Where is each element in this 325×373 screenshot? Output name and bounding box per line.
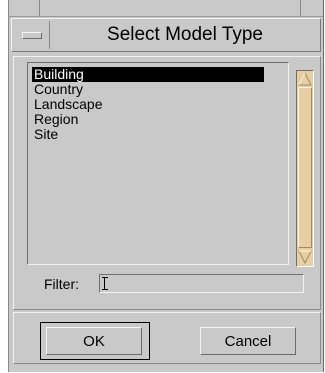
window-menu-icon: [22, 32, 42, 39]
model-type-list[interactable]: Building Country Landscape Region Site: [27, 62, 314, 267]
scroll-down-arrow-icon[interactable]: [298, 250, 312, 264]
title-bar[interactable]: Select Model Type: [11, 18, 321, 52]
window-menu-button[interactable]: [14, 21, 50, 49]
list-item[interactable]: Region: [32, 112, 264, 127]
button-area: OK Cancel: [13, 312, 321, 364]
ok-button[interactable]: OK: [46, 327, 142, 355]
scrollbar-thumb[interactable]: [298, 87, 312, 248]
select-model-type-dialog: Select Model Type Building Country Lands…: [8, 0, 324, 372]
content-panel: Building Country Landscape Region Site F…: [13, 56, 321, 310]
filter-label: Filter:: [44, 276, 79, 292]
list-item[interactable]: Building: [32, 67, 264, 82]
list-item[interactable]: Site: [32, 127, 264, 142]
dialog-title: Select Model Type: [107, 24, 263, 45]
cancel-button[interactable]: Cancel: [200, 327, 296, 355]
text-cursor-icon: [102, 277, 110, 290]
vertical-scrollbar[interactable]: [296, 70, 314, 267]
list-item[interactable]: Country: [32, 82, 264, 97]
parent-window-edge: [9, 0, 323, 17]
filter-input[interactable]: [99, 274, 304, 293]
scroll-up-arrow-icon[interactable]: [298, 72, 312, 86]
list-item[interactable]: Landscape: [32, 97, 264, 112]
